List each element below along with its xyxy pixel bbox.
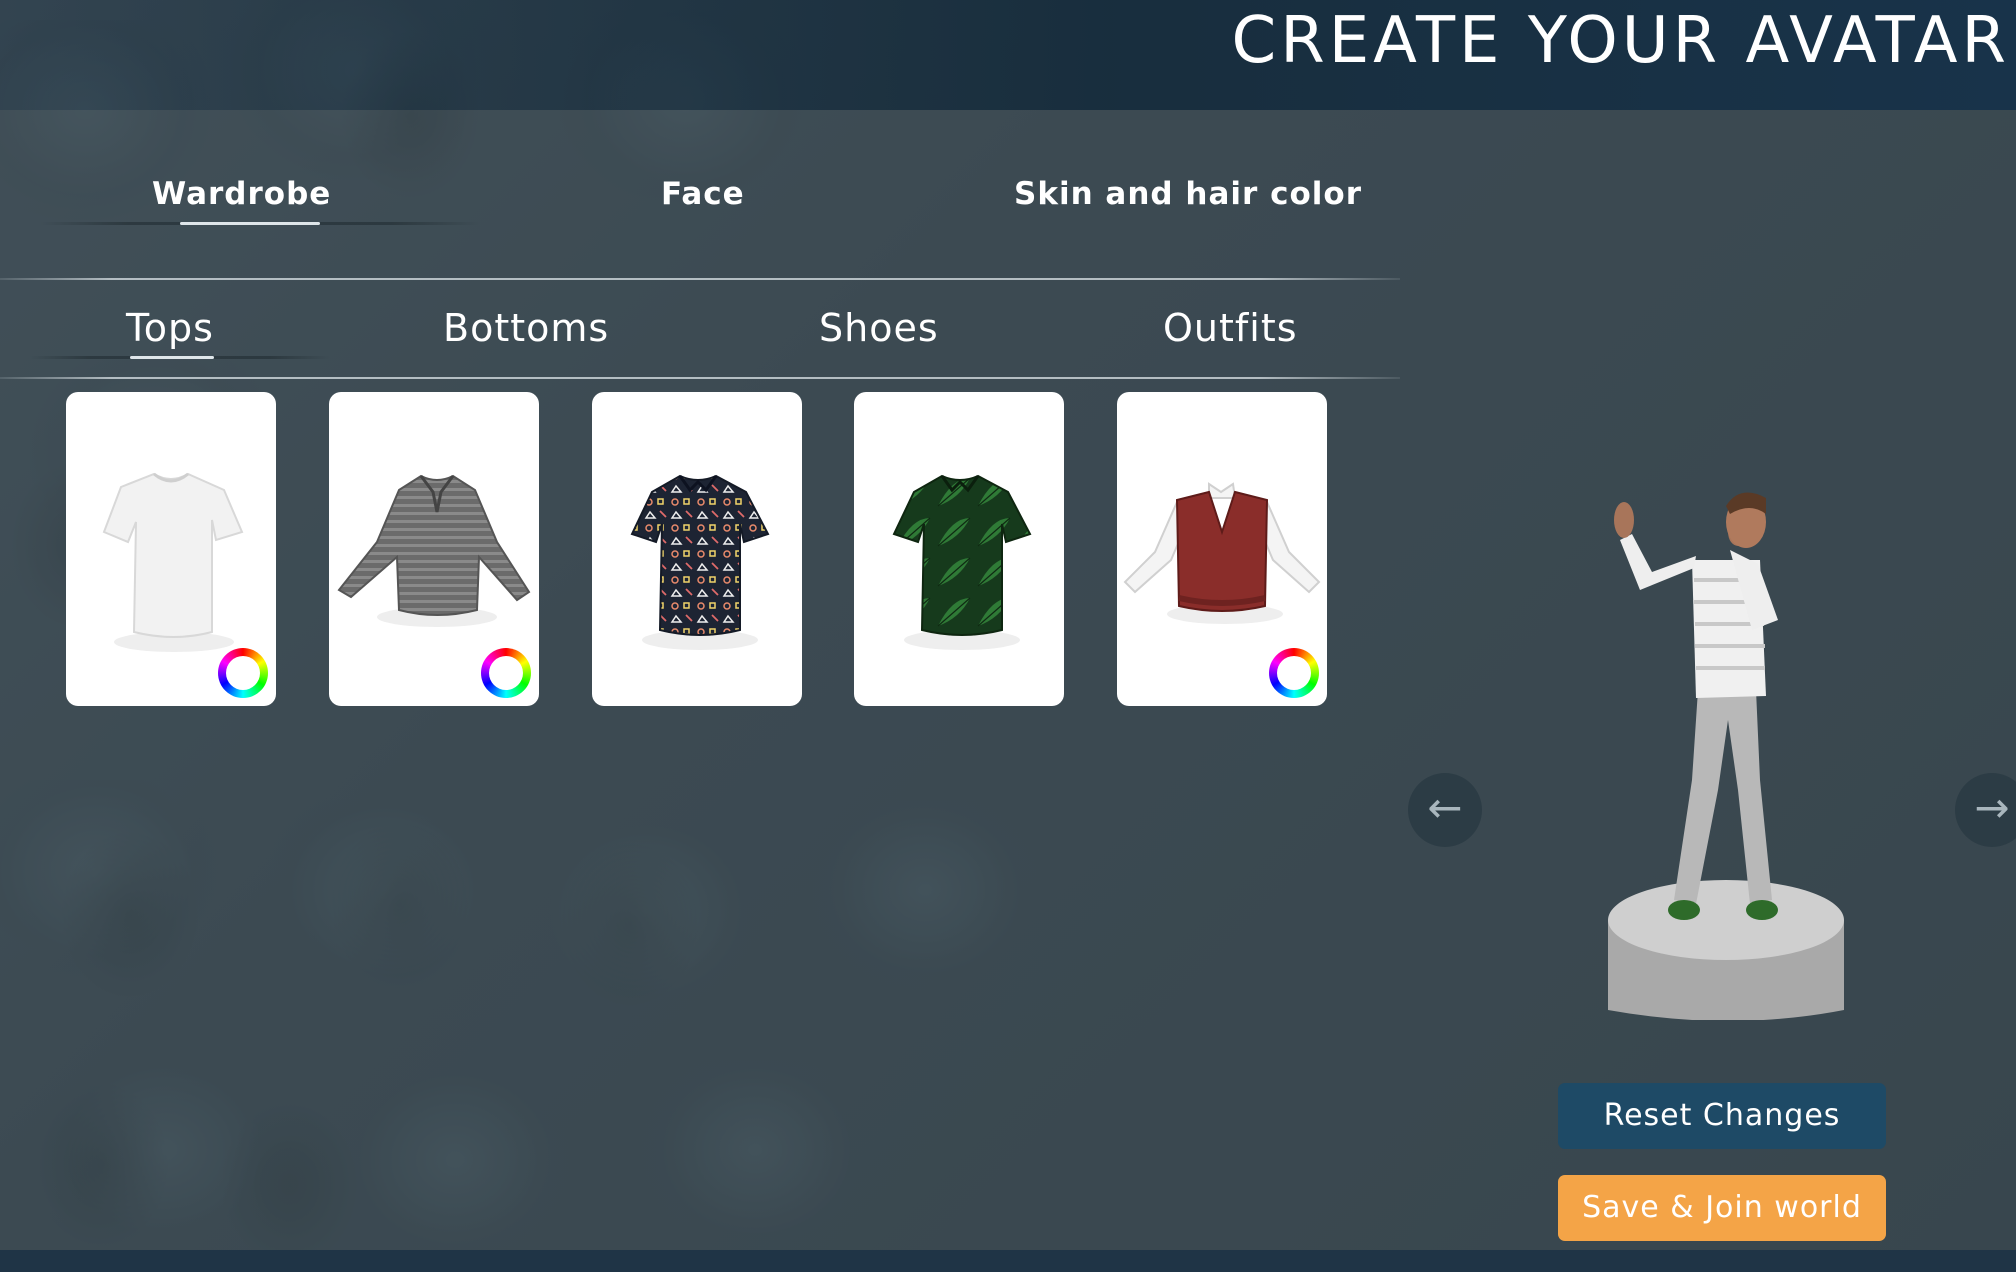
reset-changes-button[interactable]: Reset Changes <box>1558 1083 1886 1149</box>
tab-divider <box>0 278 1400 280</box>
subtab-tops[interactable]: Tops <box>126 306 214 350</box>
subtab-divider <box>0 377 1400 379</box>
tab-skin-and-hair-color[interactable]: Skin and hair color <box>1014 176 1362 212</box>
page-title: CREATE YOUR AVATAR <box>1231 4 2010 78</box>
tab-wardrobe[interactable]: Wardrobe <box>152 176 331 212</box>
color-wheel-icon[interactable] <box>218 648 268 698</box>
active-subtab-indicator <box>130 356 214 359</box>
item-card-patterned-shirt[interactable] <box>592 392 802 706</box>
active-tab-indicator <box>180 222 320 225</box>
arrow-left-icon[interactable]: ← <box>1408 773 1482 847</box>
item-card-red-vest[interactable] <box>1117 392 1327 706</box>
patterned-shirt-icon <box>630 474 770 650</box>
bottom-strip <box>0 1250 2016 1272</box>
green-shirt-icon <box>892 474 1032 650</box>
color-wheel-icon[interactable] <box>1269 648 1319 698</box>
save-and-join-button[interactable]: Save & Join world <box>1558 1175 1886 1241</box>
avatar-preview <box>1608 492 1844 1020</box>
item-card-white-tshirt[interactable] <box>66 392 276 706</box>
item-card-grey-sweater[interactable] <box>329 392 539 706</box>
tab-face[interactable]: Face <box>661 176 745 212</box>
subtab-shoes[interactable]: Shoes <box>819 306 939 350</box>
subtab-outfits[interactable]: Outfits <box>1163 306 1298 350</box>
item-card-green-shirt[interactable] <box>854 392 1064 706</box>
subtab-bottoms[interactable]: Bottoms <box>443 306 609 350</box>
color-wheel-icon[interactable] <box>481 648 531 698</box>
